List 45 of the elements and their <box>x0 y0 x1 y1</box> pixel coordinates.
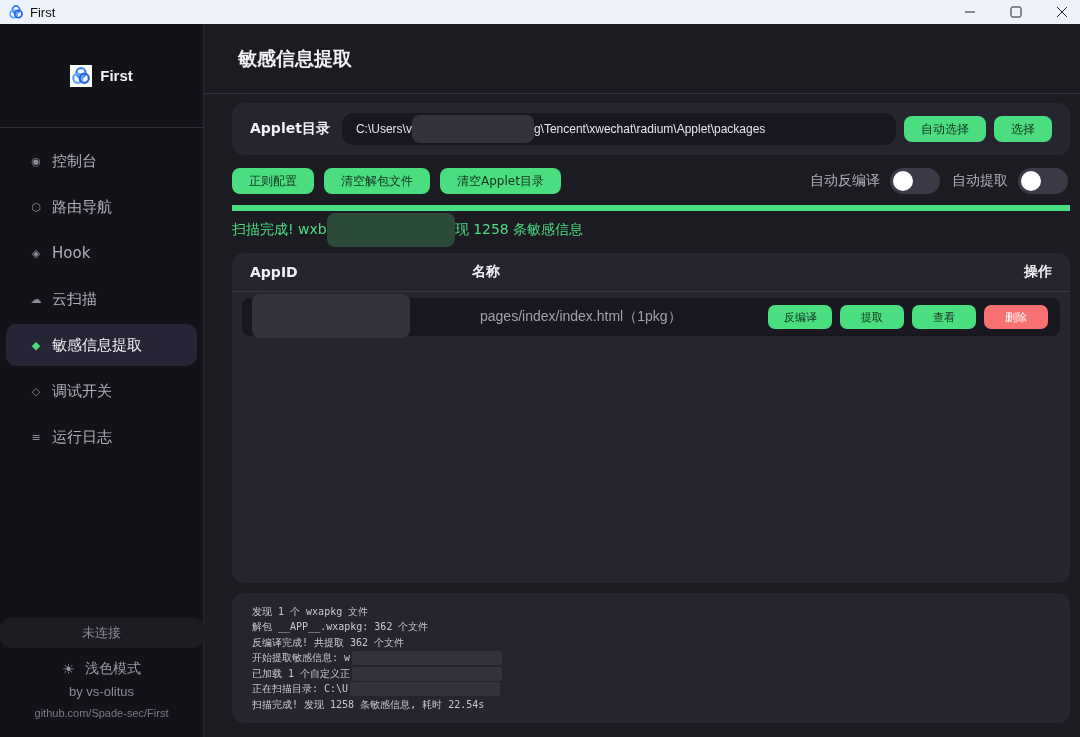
row-action-button[interactable]: 提取 <box>840 305 904 329</box>
log-line: 发现 1 个 wxapkg 文件 <box>252 604 369 619</box>
close-icon[interactable] <box>1056 6 1068 18</box>
status-text: 扫描完成! wxb <box>232 221 327 239</box>
directory-label: Applet目录 <box>250 120 330 138</box>
log-line: 反编译完成! 共提取 362 个文件 <box>252 635 405 650</box>
action-button[interactable]: 正则配置 <box>232 168 314 194</box>
toggle-label: 自动反编译 <box>810 172 880 190</box>
page-title: 敏感信息提取 <box>238 45 352 71</box>
app-logo-icon <box>70 64 93 87</box>
log-line: 扫描完成! 发现 1258 条敏感信息, 耗时 22.54s <box>252 697 485 712</box>
row-action-button[interactable]: 反编译 <box>768 305 832 329</box>
toggle-label: 自动提取 <box>952 172 1008 190</box>
select-button[interactable]: 自动选择 <box>904 116 986 142</box>
nav-item[interactable]: ◇ 调试开关 <box>6 370 197 412</box>
nav-item[interactable]: ◈ Hook <box>6 232 197 274</box>
table-cell-text: pages/index/index.html（1pkg） <box>479 308 683 326</box>
column-header: 名称 <box>472 263 501 281</box>
connection-status: 未连接 <box>0 618 204 648</box>
window-title: First <box>30 4 56 20</box>
nav-item[interactable]: ☁ 云扫描 <box>6 278 197 320</box>
toggle-switch[interactable] <box>1018 168 1068 194</box>
theme-toggle[interactable]: ☀ 浅色模式 <box>62 656 141 682</box>
nav-item[interactable]: ≡ 运行日志 <box>6 416 197 458</box>
author-text: by vs-olitus <box>69 684 134 699</box>
select-button[interactable]: 选择 <box>994 116 1052 142</box>
column-header: AppID <box>250 264 299 280</box>
maximize-icon[interactable] <box>1010 6 1022 18</box>
column-header: 操作 <box>1024 263 1052 281</box>
toggle-switch[interactable] <box>890 168 940 194</box>
status-text: 现 1258 条敏感信息 <box>454 221 584 239</box>
log-line: 开始提取敏感信息: w <box>252 651 351 665</box>
path-field[interactable]: C:\Users\v g\Tencent\xwechat\radium\Applet\packages <box>341 113 896 145</box>
nav-item[interactable]: ◆ 敏感信息提取 <box>6 324 197 366</box>
app-name: First <box>100 67 133 84</box>
nav-item[interactable]: ⬡ 路由导航 <box>6 186 197 228</box>
action-button[interactable]: 清空Applet目录 <box>440 168 561 194</box>
repo-link[interactable]: github.com/Spade-sec/First <box>34 707 169 719</box>
app-logo-icon <box>8 4 24 20</box>
row-action-button[interactable]: 查看 <box>912 305 976 329</box>
nav-item[interactable]: ◉ 控制台 <box>6 140 197 182</box>
log-line: 正在扫描目录: C:\U <box>252 682 349 696</box>
log-line: 解包 __APP__.wxapkg: 362 个文件 <box>252 620 429 634</box>
log-line: 已加载 1 个自定义正 <box>252 666 351 681</box>
action-button[interactable]: 清空解包文件 <box>324 168 430 194</box>
